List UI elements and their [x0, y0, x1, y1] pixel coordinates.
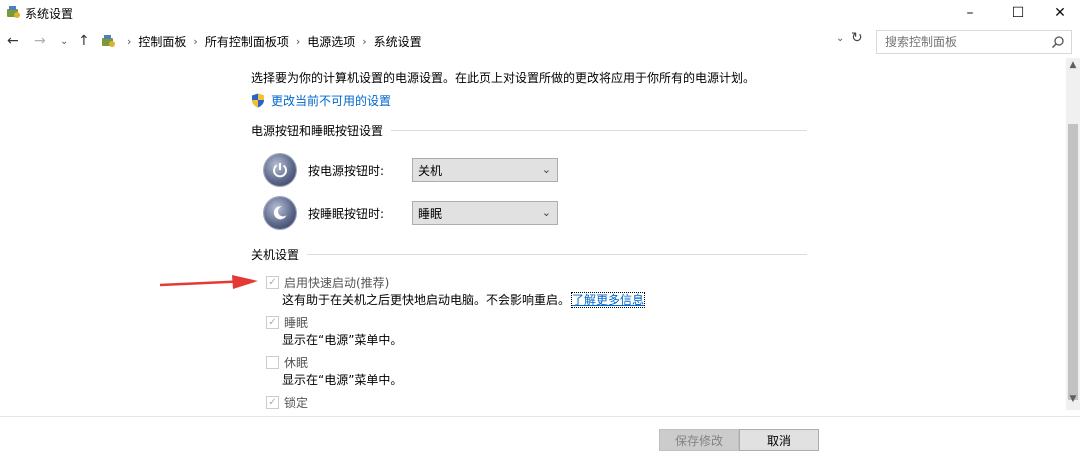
power-button-select-value: 关机 [418, 163, 443, 178]
up-arrow-icon[interactable]: ↑ [78, 33, 90, 49]
sleep-option-label: 睡眠 [284, 316, 309, 330]
save-changes-button[interactable]: 保存修改 [659, 429, 739, 451]
hibernate-option: 休眠 [266, 354, 308, 371]
sleep-button-icon [264, 197, 296, 229]
hibernate-description: 显示在“电源”菜单中。 [282, 373, 403, 387]
sleep-option: ✓ 睡眠 [266, 314, 308, 331]
chevron-down-icon[interactable]: ⌄ [542, 206, 551, 219]
fast-startup-checkbox: ✓ [266, 276, 279, 289]
search-box[interactable] [876, 30, 1072, 54]
red-arrow-annotation [160, 275, 258, 289]
sleep-button-select[interactable]: 睡眠 ⌄ [412, 201, 558, 225]
lock-checkbox: ✓ [266, 396, 279, 409]
breadcrumb-chevron-icon[interactable]: › [362, 35, 366, 48]
power-button-section-header: 电源按钮和睡眠按钮设置 [251, 122, 807, 138]
search-input[interactable] [885, 35, 1045, 49]
intro-text: 选择要为你的计算机设置的电源设置。在此页上对设置所做的更改将应用于你所有的电源计… [251, 71, 756, 85]
footer: 保存修改 取消 [0, 416, 1080, 459]
power-button-label: 按电源按钮时: [308, 163, 385, 178]
cancel-button[interactable]: 取消 [739, 429, 819, 451]
hibernate-option-label: 休眠 [284, 356, 309, 370]
content-area: 选择要为你的计算机设置的电源设置。在此页上对设置所做的更改将应用于你所有的电源计… [0, 58, 1080, 416]
breadcrumb-control-panel[interactable]: 控制面板 [138, 33, 186, 50]
lock-option: ✓ 锁定 [266, 394, 308, 411]
chevron-down-icon[interactable]: ⌄ [542, 163, 551, 176]
address-dropdown-icon[interactable]: ⌄ [836, 33, 844, 44]
sleep-checkbox: ✓ [266, 316, 279, 329]
recent-locations-chevron-icon[interactable]: ⌄ [60, 36, 68, 47]
change-settings-link[interactable]: 更改当前不可用的设置 [251, 92, 391, 109]
scroll-up-icon[interactable]: ▲ [1066, 60, 1080, 74]
sleep-button-row: 按睡眠按钮时: 睡眠 ⌄ [264, 197, 558, 229]
back-arrow-icon[interactable]: ← [7, 33, 19, 49]
title-bar: 系统设置 – ☐ ✕ [0, 0, 1080, 26]
maximize-button[interactable]: ☐ [998, 0, 1038, 26]
hibernate-checkbox [266, 356, 279, 369]
fast-startup-description: 这有助于在关机之后更快地启动电脑。不会影响重启。 了解更多信息 [282, 291, 646, 308]
breadcrumb-system-settings[interactable]: 系统设置 [374, 33, 422, 50]
scroll-thumb[interactable] [1068, 124, 1078, 400]
power-options-icon [7, 6, 20, 18]
fast-startup-option: ✓ 启用快速启动(推荐) [266, 274, 389, 291]
divider [391, 129, 807, 131]
sleep-button-label: 按睡眠按钮时: [308, 206, 385, 221]
forward-arrow-icon[interactable]: → [34, 33, 46, 49]
breadcrumb-power-options[interactable]: 电源选项 [307, 33, 355, 50]
fast-startup-desc-text: 这有助于在关机之后更快地启动电脑。不会影响重启。 [282, 293, 571, 307]
sleep-description: 显示在“电源”菜单中。 [282, 333, 403, 347]
search-icon[interactable] [1051, 35, 1065, 49]
breadcrumb-chevron-icon[interactable]: › [296, 35, 300, 48]
breadcrumb-chevron-icon[interactable]: › [193, 35, 197, 48]
power-button-icon [264, 154, 296, 186]
scroll-down-icon[interactable]: ▼ [1066, 394, 1080, 408]
window-title: 系统设置 [25, 7, 74, 21]
divider [307, 253, 807, 255]
shutdown-section-title: 关机设置 [251, 247, 300, 262]
power-button-row: 按电源按钮时: 关机 ⌄ [264, 154, 558, 186]
minimize-button[interactable]: – [950, 0, 990, 26]
refresh-icon[interactable]: ↻ [851, 30, 863, 46]
breadcrumb-chevron-icon[interactable]: › [127, 35, 131, 48]
learn-more-link[interactable]: 了解更多信息 [571, 292, 646, 308]
power-button-select[interactable]: 关机 ⌄ [412, 158, 558, 182]
control-panel-icon [102, 35, 115, 47]
breadcrumb-all-items[interactable]: 所有控制面板项 [205, 33, 289, 50]
close-button[interactable]: ✕ [1040, 0, 1080, 26]
change-settings-link-text[interactable]: 更改当前不可用的设置 [271, 92, 391, 109]
vertical-scrollbar[interactable]: ▲ ▼ [1066, 58, 1080, 410]
shutdown-section-header: 关机设置 [251, 246, 807, 262]
uac-shield-icon [252, 93, 264, 108]
fast-startup-label: 启用快速启动(推荐) [284, 276, 390, 290]
power-section-title: 电源按钮和睡眠按钮设置 [251, 123, 384, 138]
sleep-button-select-value: 睡眠 [418, 206, 443, 221]
lock-option-label: 锁定 [284, 396, 309, 410]
address-bar[interactable]: › 控制面板 › 所有控制面板项 › 电源选项 › 系统设置 [100, 30, 870, 52]
